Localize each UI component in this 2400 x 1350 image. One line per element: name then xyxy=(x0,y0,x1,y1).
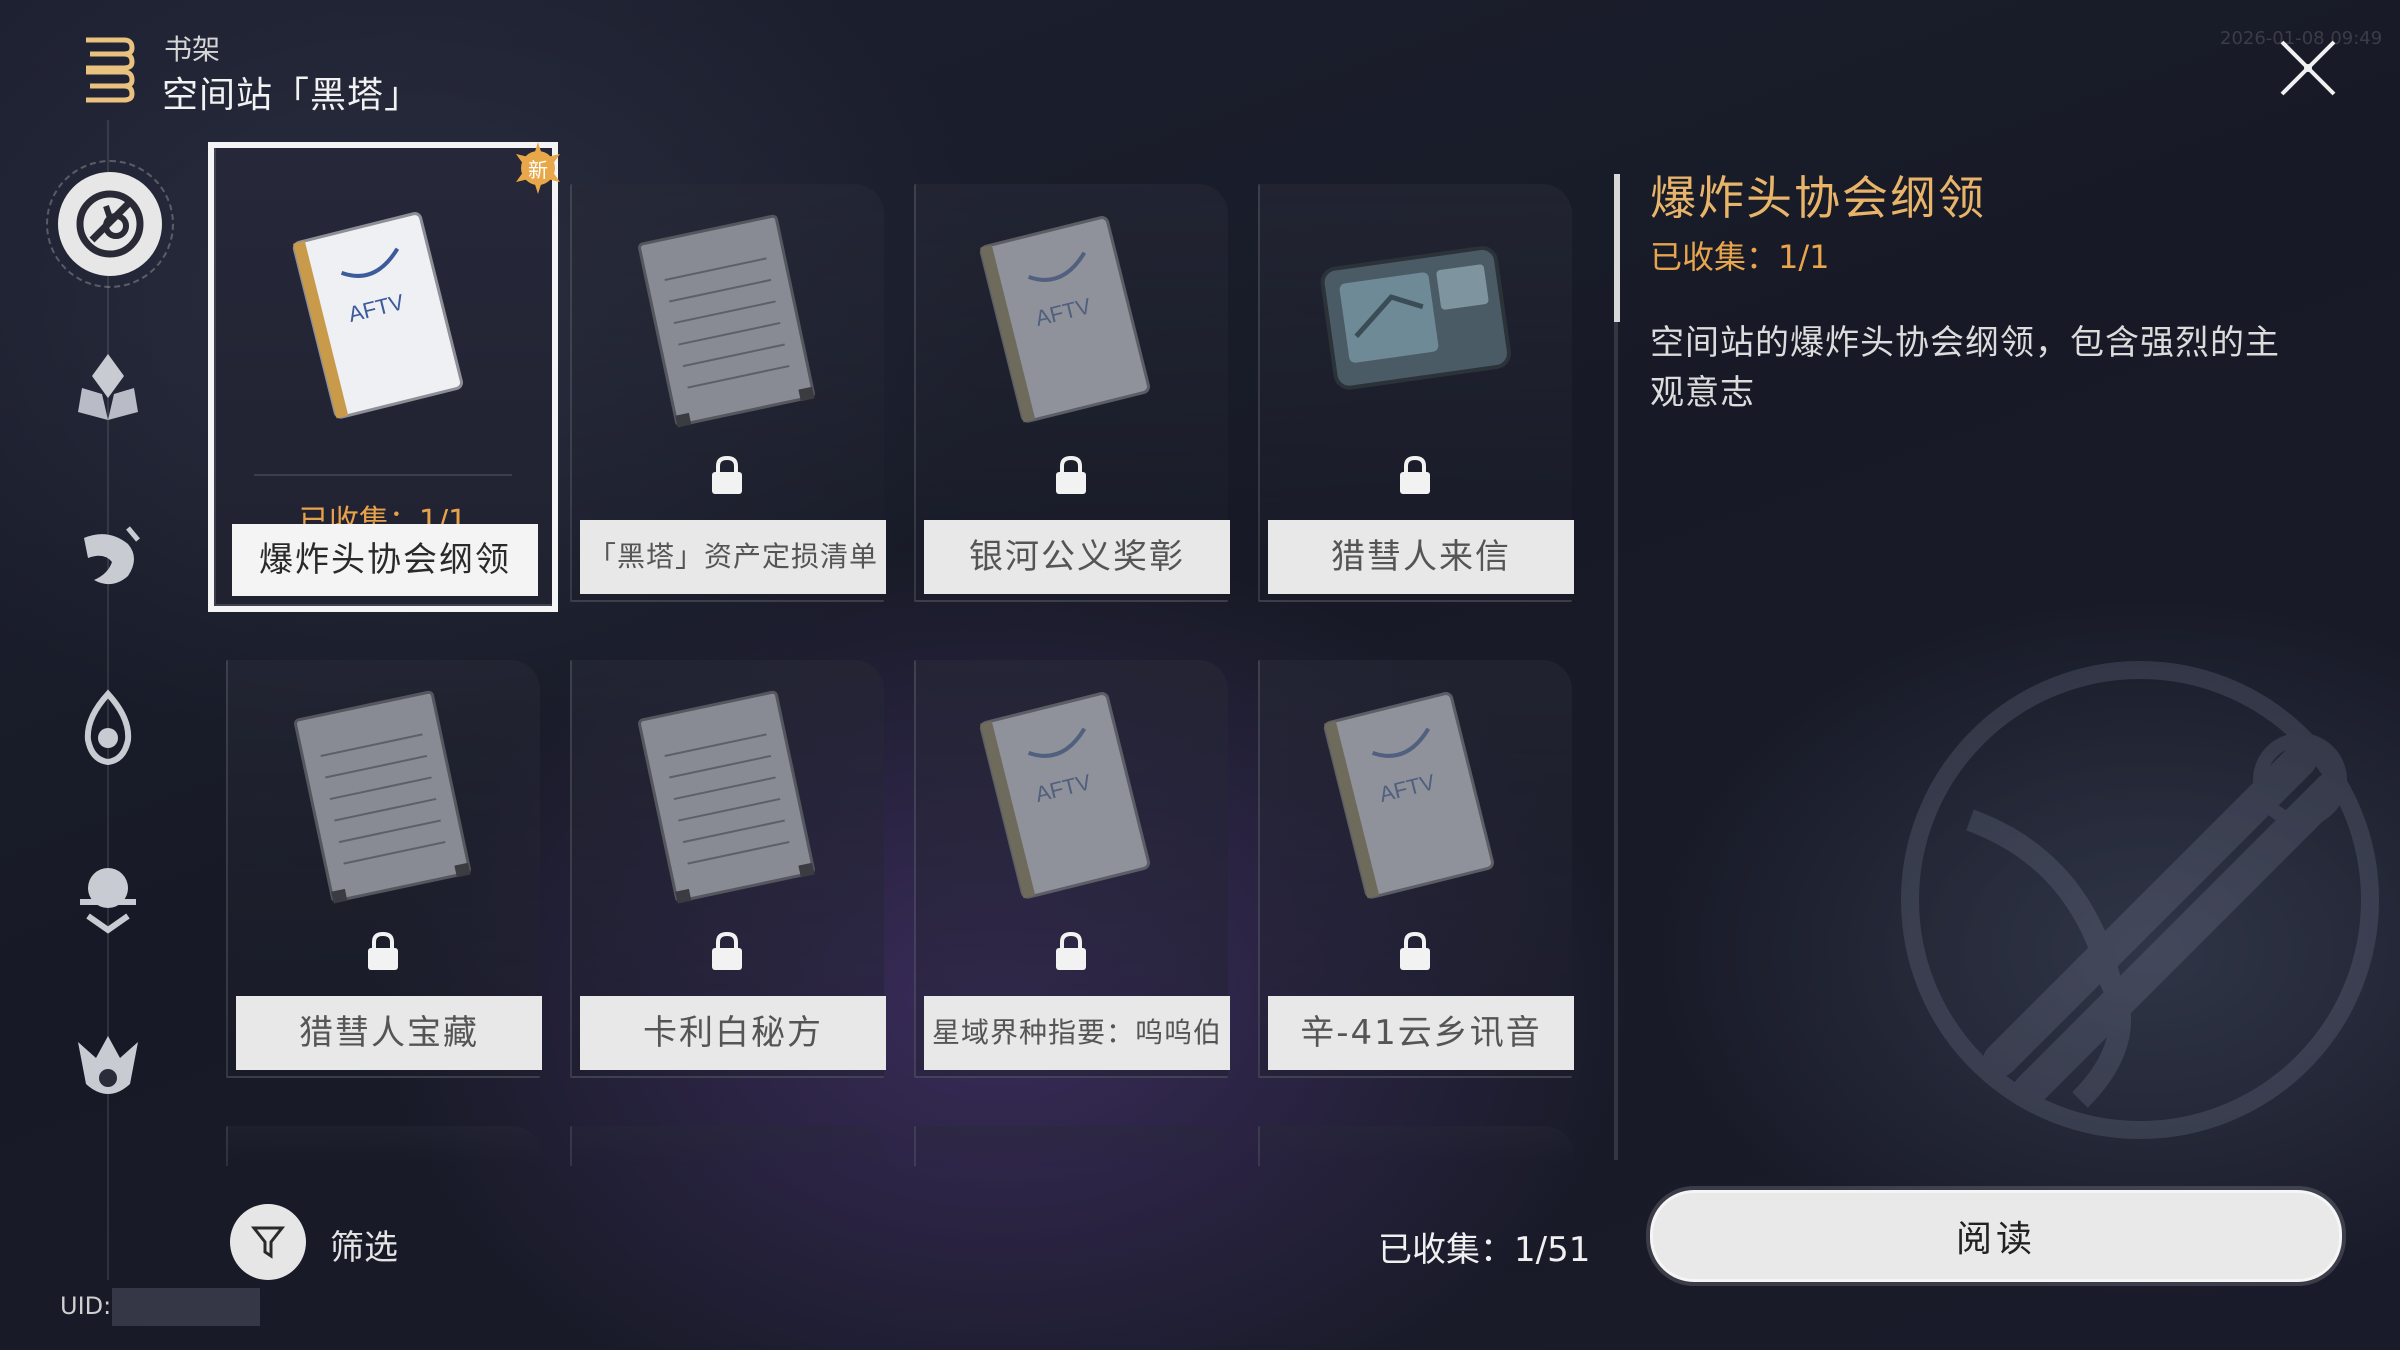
filter-icon xyxy=(250,1226,286,1259)
book-cover-image xyxy=(1315,208,1515,438)
page-category: 书架 xyxy=(164,33,221,66)
nav-item-luofu[interactable] xyxy=(60,510,156,606)
book-cover-image xyxy=(627,684,827,914)
book-card-partial xyxy=(914,1126,1230,1166)
book-card-partial xyxy=(570,1126,886,1166)
detail-scroll-thumb[interactable] xyxy=(1614,174,1620,322)
crown-icon xyxy=(78,1036,138,1094)
book-title: 银河公义奖彰 xyxy=(924,520,1230,594)
page-title: 空间站「黑塔」 xyxy=(162,75,422,116)
book-title: 辛-41云乡讯音 xyxy=(1268,996,1574,1070)
lock-icon xyxy=(1052,930,1090,972)
detail-title: 爆炸头协会纲领 xyxy=(1650,171,1986,225)
book-cover-image: AFTV xyxy=(284,204,484,434)
book-cover-image: AFTV xyxy=(971,684,1171,914)
herta-station-icon xyxy=(76,190,144,258)
nav-item-amphoreus[interactable] xyxy=(60,1020,156,1116)
book-card[interactable]: 卡利白秘方 xyxy=(570,660,886,1078)
lock-icon xyxy=(708,930,746,972)
detail-collected: 已收集：1/1 xyxy=(1650,238,1830,276)
book-cover-image xyxy=(283,684,483,914)
book-card-partial xyxy=(226,1126,542,1166)
book-title: 「黑塔」资产定损清单 xyxy=(580,520,886,594)
new-badge-label: 新 xyxy=(528,157,548,182)
book-title: 猎彗人来信 xyxy=(1268,520,1574,594)
book-card-partial xyxy=(1258,1126,1574,1166)
book-card[interactable]: AFTV 已收集：1/1 爆炸头协会纲领新 xyxy=(208,142,560,612)
nav-item-space-station[interactable] xyxy=(46,160,174,288)
uid-value-masked xyxy=(112,1288,260,1326)
lock-icon xyxy=(708,454,746,496)
book-card[interactable]: 猎彗人来信 xyxy=(1258,184,1574,602)
new-badge: 新 xyxy=(510,140,566,196)
book-cover-image xyxy=(627,208,827,438)
book-title: 猎彗人宝藏 xyxy=(236,996,542,1070)
book-title: 卡利白秘方 xyxy=(580,996,886,1070)
bookshelf-icon xyxy=(86,37,135,103)
nav-item-jarilo[interactable] xyxy=(60,340,156,436)
faction-emblem-watermark xyxy=(1901,661,2379,1139)
book-title: 爆炸头协会纲领 xyxy=(232,524,538,596)
lock-icon xyxy=(1396,930,1434,972)
filter-button[interactable] xyxy=(230,1204,306,1280)
book-card[interactable]: AFTV 星域界种指要：呜呜伯 xyxy=(914,660,1230,1078)
book-card[interactable]: AFTV 银河公义奖彰 xyxy=(914,184,1230,602)
lotus-icon xyxy=(78,354,138,420)
nav-item-other[interactable] xyxy=(60,850,156,946)
star-rail-icon xyxy=(80,868,136,934)
close-button[interactable] xyxy=(2276,36,2340,100)
book-cover-image: AFTV xyxy=(971,208,1171,438)
book-cover-image: AFTV xyxy=(1315,684,1515,914)
lock-icon xyxy=(364,930,402,972)
detail-description: 空间站的爆炸头协会纲领，包含强烈的主观意志 xyxy=(1650,323,2280,413)
dragon-icon xyxy=(84,526,140,585)
read-button[interactable]: 阅读 xyxy=(1650,1190,2342,1282)
filter-label[interactable]: 筛选 xyxy=(330,1220,398,1269)
total-collected: 已收集：1/51 xyxy=(1378,1230,1591,1270)
divider xyxy=(254,474,512,476)
nav-item-penacony[interactable] xyxy=(60,680,156,776)
book-title: 星域界种指要：呜呜伯 xyxy=(924,996,1230,1070)
book-card[interactable]: AFTV 辛-41云乡讯音 xyxy=(1258,660,1574,1078)
flame-icon xyxy=(84,689,132,766)
lock-icon xyxy=(1396,454,1434,496)
book-card[interactable]: 猎彗人宝藏 xyxy=(226,660,542,1078)
book-card[interactable]: 「黑塔」资产定损清单 xyxy=(570,184,886,602)
uid-label: UID: xyxy=(60,1292,112,1320)
lock-icon xyxy=(1052,454,1090,496)
